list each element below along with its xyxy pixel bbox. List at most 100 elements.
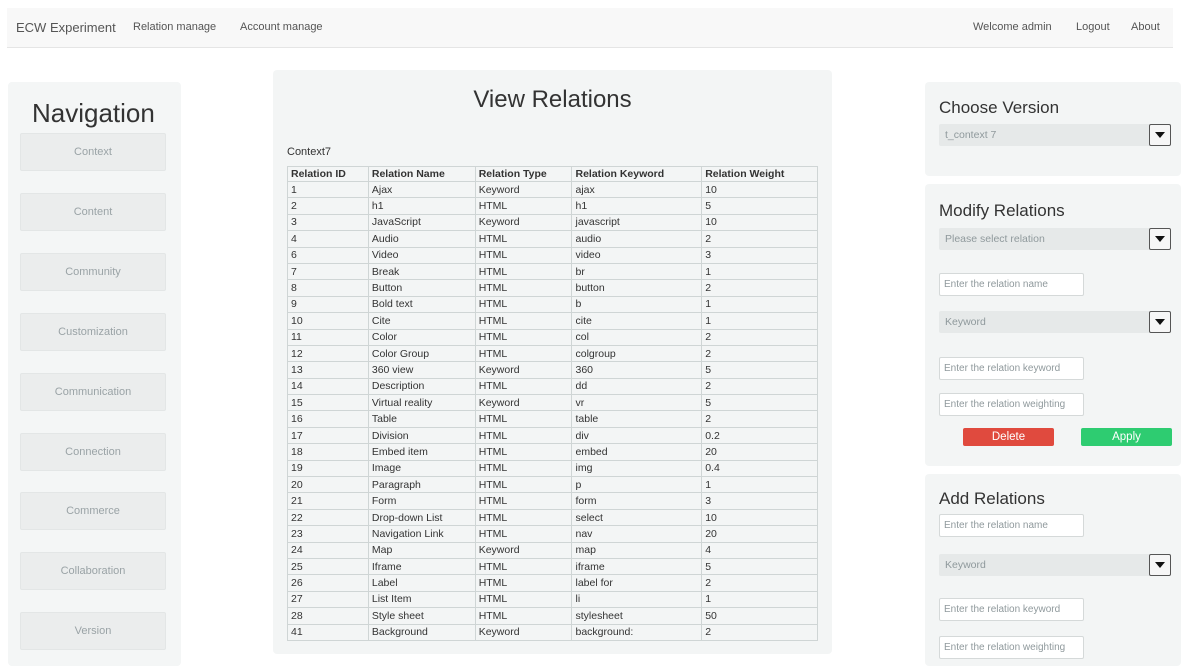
cell-relation-keyword: img xyxy=(571,459,703,478)
cell-relation-keyword: col xyxy=(571,328,703,346)
table-row: 22 Drop-down List HTML select 10 xyxy=(287,508,818,527)
table-row: 11 Color HTML col 2 xyxy=(287,328,818,346)
cell-relation-type: HTML xyxy=(474,312,573,330)
cell-relation-type: HTML xyxy=(474,279,573,297)
cell-relation-keyword: javascript xyxy=(571,213,703,232)
column-header-relation-name: Relation Name xyxy=(367,166,476,182)
chevron-down-icon[interactable] xyxy=(1149,124,1171,146)
add-relation-name-input[interactable] xyxy=(939,514,1084,537)
table-row: 20 Paragraph HTML p 1 xyxy=(287,476,818,494)
version-select[interactable]: t_context 7 xyxy=(939,124,1171,146)
cell-relation-id: 10 xyxy=(287,312,369,330)
nav-button-community[interactable]: Community xyxy=(20,253,166,291)
cell-relation-id: 26 xyxy=(287,574,369,592)
about-link[interactable]: About xyxy=(1131,21,1160,33)
cell-relation-type: HTML xyxy=(474,476,573,494)
modify-relation-keyword-input[interactable] xyxy=(939,357,1084,380)
add-relation-keyword-input[interactable] xyxy=(939,598,1084,621)
cell-relation-id: 19 xyxy=(287,459,369,478)
cell-relation-id: 3 xyxy=(287,213,369,232)
cell-relation-keyword: br xyxy=(571,262,703,281)
table-row: 3 JavaScript Keyword javascript 10 xyxy=(287,213,818,232)
table-row: 25 Iframe HTML iframe 5 xyxy=(287,557,818,576)
relations-table-body: 1 Ajax Keyword ajax 10 2 h1 HTML h1 5 3 JavaScript K… xyxy=(287,180,818,641)
table-row: 7 Break HTML br 1 xyxy=(287,262,818,281)
cell-relation-type: HTML xyxy=(474,344,573,363)
modify-relations-title: Modify Relations xyxy=(939,201,1065,220)
nav-button-version[interactable]: Version xyxy=(20,612,166,650)
cell-relation-type: Keyword xyxy=(474,213,573,232)
nav-button-customization[interactable]: Customization xyxy=(20,313,166,351)
cell-relation-id: 7 xyxy=(287,262,369,281)
nav-button-communication[interactable]: Communication xyxy=(20,373,166,411)
chevron-down-icon[interactable] xyxy=(1149,311,1171,333)
cell-relation-id: 2 xyxy=(287,197,369,215)
cell-relation-type: HTML xyxy=(474,262,573,281)
table-row: 10 Cite HTML cite 1 xyxy=(287,312,818,330)
table-row: 2 h1 HTML h1 5 xyxy=(287,197,818,215)
table-row: 12 Color Group HTML colgroup 2 xyxy=(287,344,818,363)
cell-relation-name: Style sheet xyxy=(367,607,476,625)
modify-relation-type-select[interactable]: Keyword xyxy=(939,311,1171,333)
cell-relation-id: 18 xyxy=(287,443,369,461)
choose-version-title: Choose Version xyxy=(939,98,1060,117)
cell-relation-weight: 2 xyxy=(701,377,818,396)
apply-button[interactable]: Apply xyxy=(1081,428,1172,446)
cell-relation-name: Break xyxy=(367,262,476,281)
nav-button-collaboration[interactable]: Collaboration xyxy=(20,552,166,590)
table-row: 19 Image HTML img 0.4 xyxy=(287,459,818,478)
cell-relation-type: Keyword xyxy=(474,180,573,199)
nav-button-commerce[interactable]: Commerce xyxy=(20,492,166,530)
cell-relation-id: 9 xyxy=(287,295,369,314)
modify-relation-type-value: Keyword xyxy=(945,316,986,328)
relation-select[interactable]: Please select relation xyxy=(939,228,1171,250)
cell-relation-keyword: iframe xyxy=(571,557,703,576)
cell-relation-type: Keyword xyxy=(474,394,573,412)
cell-relation-keyword: form xyxy=(571,492,703,510)
cell-relation-weight: 20 xyxy=(701,525,818,543)
cell-relation-keyword: embed xyxy=(571,443,703,461)
cell-relation-type: HTML xyxy=(474,508,573,527)
cell-relation-weight: 5 xyxy=(701,557,818,576)
modify-relation-weighting-input[interactable] xyxy=(939,393,1084,416)
cell-relation-weight: 2 xyxy=(701,344,818,363)
add-relation-weighting-input[interactable] xyxy=(939,636,1084,659)
cell-relation-id: 14 xyxy=(287,377,369,396)
navigation-panel: Navigation Context Content Community Cus… xyxy=(8,82,181,666)
page-title: View Relations xyxy=(473,86,632,113)
delete-button[interactable]: Delete xyxy=(963,428,1054,446)
table-row: 8 Button HTML button 2 xyxy=(287,279,818,297)
nav-button-context[interactable]: Context xyxy=(20,133,166,171)
column-header-relation-keyword: Relation Keyword xyxy=(571,166,703,182)
cell-relation-keyword: video xyxy=(571,246,703,264)
chevron-down-icon[interactable] xyxy=(1149,228,1171,250)
cell-relation-name: JavaScript xyxy=(367,213,476,232)
context-label: Context7 xyxy=(287,146,332,158)
welcome-text: Welcome admin xyxy=(973,21,1052,33)
nav-link-account-manage[interactable]: Account manage xyxy=(240,21,323,33)
cell-relation-keyword: table xyxy=(571,410,703,428)
add-relation-type-select[interactable]: Keyword xyxy=(939,554,1171,576)
cell-relation-name: Background xyxy=(367,623,476,641)
cell-relation-weight: 0.2 xyxy=(701,426,818,445)
cell-relation-weight: 5 xyxy=(701,394,818,412)
cell-relation-name: Table xyxy=(367,410,476,428)
table-row: 15 Virtual reality Keyword vr 5 xyxy=(287,394,818,412)
cell-relation-type: HTML xyxy=(474,230,573,248)
add-relation-type-value: Keyword xyxy=(945,559,986,571)
add-relations-title: Add Relations xyxy=(939,489,1045,508)
cell-relation-weight: 3 xyxy=(701,246,818,264)
nav-button-connection[interactable]: Connection xyxy=(20,433,166,471)
modify-relation-name-input[interactable] xyxy=(939,273,1084,296)
cell-relation-id: 41 xyxy=(287,623,369,641)
cell-relation-id: 15 xyxy=(287,394,369,412)
cell-relation-name: Description xyxy=(367,377,476,396)
logout-link[interactable]: Logout xyxy=(1076,21,1110,33)
chevron-down-icon[interactable] xyxy=(1149,554,1171,576)
nav-button-content[interactable]: Content xyxy=(20,193,166,231)
nav-link-relation-manage[interactable]: Relation manage xyxy=(133,21,216,33)
cell-relation-id: 23 xyxy=(287,525,369,543)
brand-link[interactable]: ECW Experiment xyxy=(16,20,116,35)
cell-relation-weight: 20 xyxy=(701,443,818,461)
cell-relation-type: Keyword xyxy=(474,541,573,559)
